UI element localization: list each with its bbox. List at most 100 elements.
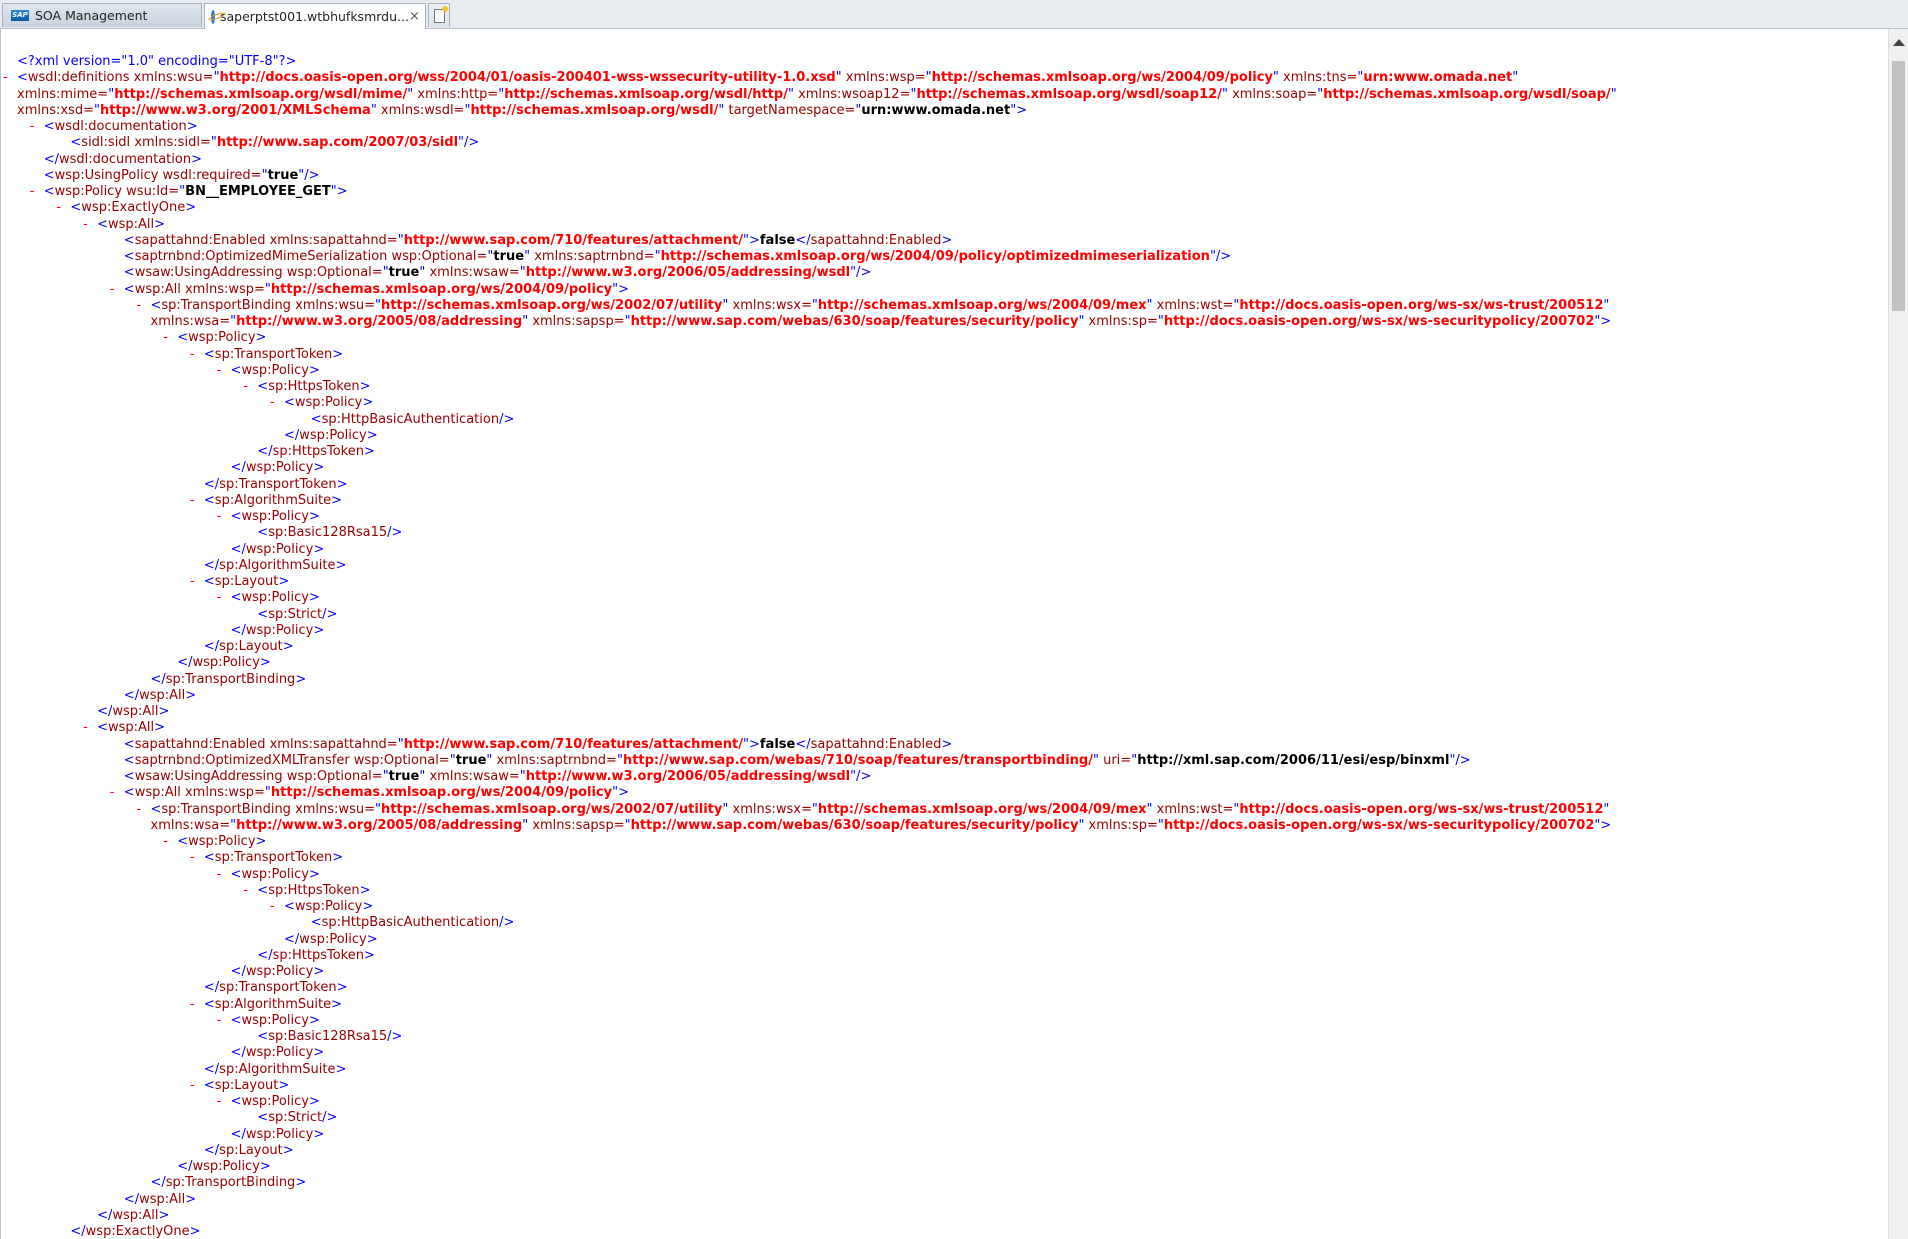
xml-token: <?xml version="1.0" encoding="UTF-8"?> bbox=[17, 54, 297, 69]
scroll-thumb[interactable] bbox=[1892, 61, 1905, 311]
tab-wsdl-document[interactable]: saperptst001.wtbhufksmrdu... × bbox=[204, 3, 426, 29]
xml-line: <sp:Strict/> bbox=[1, 1110, 1617, 1126]
xml-token: < bbox=[150, 801, 162, 817]
collapse-toggle[interactable]: - bbox=[163, 834, 177, 850]
xml-token: "> bbox=[1010, 102, 1028, 118]
collapse-toggle[interactable]: - bbox=[30, 184, 44, 200]
xml-token: </ bbox=[97, 704, 113, 719]
xml-line: - <wsp:Policy> bbox=[1, 1013, 1617, 1029]
scroll-up-arrow-icon[interactable] bbox=[1893, 39, 1905, 46]
xml-token: < bbox=[310, 411, 322, 427]
xml-token: " bbox=[1512, 70, 1519, 86]
collapse-toggle[interactable]: - bbox=[110, 785, 124, 801]
collapse-toggle[interactable]: - bbox=[3, 70, 17, 86]
collapse-toggle[interactable]: - bbox=[83, 217, 97, 233]
collapse-toggle[interactable]: - bbox=[243, 883, 257, 899]
xml-line: <sp:HttpBasicAuthentication/> bbox=[1, 915, 1617, 931]
tab-soa-management[interactable]: SAP SOA Management bbox=[2, 3, 202, 27]
xml-token: http://schemas.xmlsoap.org/wsdl/http/ bbox=[504, 86, 788, 102]
xml-token: sp:Layout bbox=[219, 639, 283, 654]
xml-token: "> bbox=[1594, 314, 1612, 329]
xml-token: wsp:Policy bbox=[241, 509, 309, 524]
xml-token: > bbox=[191, 151, 202, 167]
collapse-toggle[interactable]: - bbox=[270, 395, 284, 411]
xml-token: xmlns:wsoap12= bbox=[793, 86, 911, 102]
xml-token: > bbox=[295, 671, 307, 687]
xml-token: < bbox=[177, 330, 189, 346]
xml-line: </wsp:Policy> bbox=[1, 1045, 1617, 1061]
xml-token: </ bbox=[203, 1142, 220, 1158]
xml-token: "/> bbox=[1209, 249, 1232, 264]
xml-token: wsp:Policy bbox=[241, 590, 309, 606]
collapse-toggle[interactable]: - bbox=[217, 1013, 231, 1029]
xml-line: <sp:Basic128Rsa15/> bbox=[1, 525, 1617, 541]
xml-token: http://www.w3.org/2006/05/addressing/wsd… bbox=[525, 265, 851, 281]
xml-token: " bbox=[1610, 86, 1617, 102]
collapse-toggle[interactable]: - bbox=[30, 119, 44, 135]
xml-line: <saptrnbnd:OptimizedXMLTransfer wsp:Opti… bbox=[1, 753, 1617, 769]
xml-line: - <wsp:Policy> bbox=[1, 1094, 1617, 1110]
xml-token: < bbox=[203, 492, 215, 508]
collapse-toggle[interactable]: - bbox=[190, 493, 204, 509]
collapse-toggle[interactable]: - bbox=[190, 997, 204, 1013]
xml-token: > bbox=[359, 379, 371, 394]
xml-token: > bbox=[313, 460, 325, 476]
close-icon[interactable]: × bbox=[409, 9, 420, 24]
collapse-toggle[interactable]: - bbox=[217, 590, 231, 606]
xml-token: < bbox=[257, 606, 269, 622]
xml-token: > bbox=[158, 1207, 170, 1223]
xml-token: "/> bbox=[298, 167, 320, 183]
xml-token: < bbox=[123, 265, 135, 281]
collapse-toggle[interactable]: - bbox=[83, 720, 97, 736]
xml-token: wsp:Policy bbox=[299, 427, 367, 443]
xml-token: > bbox=[185, 200, 197, 216]
xml-token: sp:HttpsToken bbox=[272, 444, 364, 459]
xml-token: http://www.sap.com/710/features/attachme… bbox=[403, 232, 744, 248]
collapse-toggle[interactable]: - bbox=[270, 899, 284, 915]
xml-token: </ bbox=[230, 622, 246, 638]
xml-token: > bbox=[186, 119, 198, 134]
collapse-toggle[interactable]: - bbox=[217, 867, 231, 883]
collapse-toggle[interactable]: - bbox=[190, 574, 204, 590]
xml-token: > bbox=[941, 232, 953, 248]
xml-token: < bbox=[17, 70, 28, 86]
collapse-toggle[interactable]: - bbox=[56, 200, 70, 216]
xml-token: true bbox=[388, 769, 420, 784]
xml-token: < bbox=[150, 297, 162, 313]
xml-token: </ bbox=[203, 639, 220, 654]
xml-token: sapattahnd:Enabled bbox=[810, 232, 942, 248]
xml-token: sp:HttpBasicAuthentication bbox=[321, 411, 500, 427]
collapse-toggle[interactable]: - bbox=[190, 347, 204, 363]
xml-token: < bbox=[97, 720, 108, 736]
collapse-toggle[interactable]: - bbox=[137, 298, 151, 314]
xml-line: </sp:HttpsToken> bbox=[1, 948, 1617, 964]
xml-line: <wsp:UsingPolicy wsdl:required="true"/> bbox=[1, 168, 1617, 184]
new-tab-button[interactable] bbox=[428, 3, 450, 27]
collapse-toggle[interactable]: - bbox=[217, 363, 231, 379]
xml-token: < bbox=[257, 379, 269, 394]
xml-line: </wsp:All> bbox=[1, 1208, 1617, 1224]
xml-token: </ bbox=[230, 541, 246, 557]
xml-line: <?xml version="1.0" encoding="UTF-8"?> bbox=[1, 54, 1617, 70]
collapse-toggle[interactable]: - bbox=[110, 282, 124, 298]
xml-token: /> bbox=[499, 915, 515, 931]
xml-line: <wsaw:UsingAddressing wsp:Optional="true… bbox=[1, 769, 1617, 785]
xml-token: < bbox=[257, 882, 269, 898]
collapse-toggle[interactable]: - bbox=[163, 330, 177, 346]
collapse-toggle[interactable]: - bbox=[217, 1094, 231, 1110]
xml-token: wsp:UsingPolicy bbox=[54, 167, 159, 183]
xml-token: wsp:Policy bbox=[245, 541, 314, 557]
xml-token: xmlns:saptrnbnd= bbox=[492, 752, 617, 768]
xml-token: xmlns:wsp= bbox=[180, 785, 265, 801]
xml-token: wsp:Policy bbox=[192, 1159, 260, 1174]
vertical-scrollbar[interactable] bbox=[1888, 29, 1908, 1239]
collapse-toggle[interactable]: - bbox=[190, 1078, 204, 1094]
xml-token: </ bbox=[177, 655, 193, 671]
collapse-toggle[interactable]: - bbox=[243, 379, 257, 395]
collapse-toggle[interactable]: - bbox=[190, 850, 204, 866]
collapse-toggle[interactable]: - bbox=[137, 802, 151, 818]
xml-token: sp:TransportBinding bbox=[161, 297, 291, 313]
collapse-toggle[interactable]: - bbox=[217, 509, 231, 525]
xml-token: "/> bbox=[850, 265, 872, 281]
xml-line: xmlns:wsa="http://www.w3.org/2005/08/add… bbox=[1, 314, 1617, 330]
